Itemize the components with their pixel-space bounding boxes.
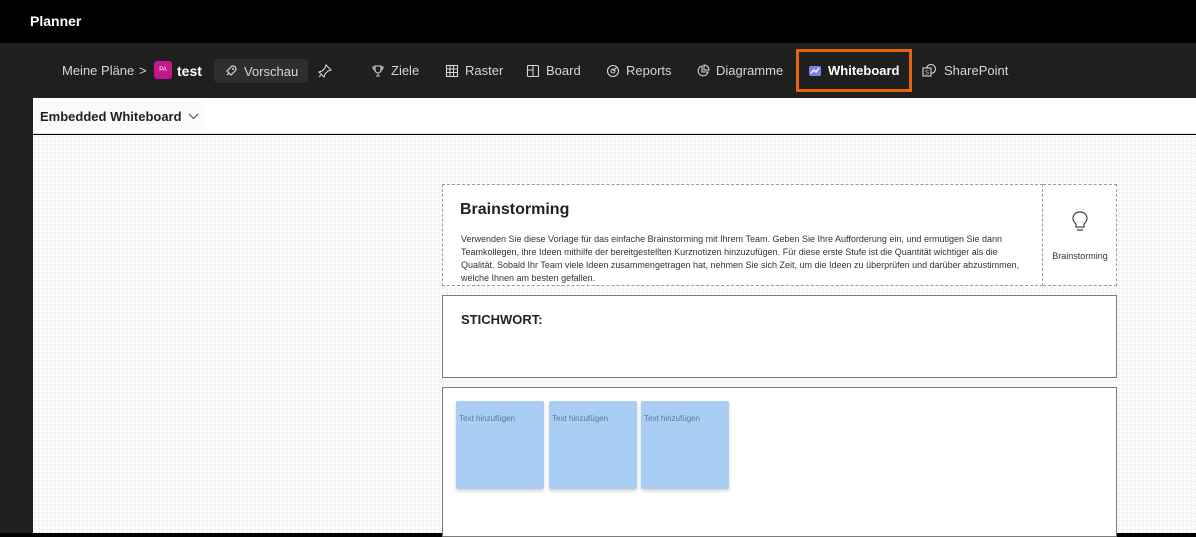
reports-icon (606, 64, 620, 77)
app-title: Planner (30, 13, 82, 29)
tab-reports-label: Reports (626, 63, 672, 78)
brainstorm-header[interactable]: Brainstorming Verwenden Sie diese Vorlag… (442, 184, 1043, 286)
grid-icon (445, 64, 459, 77)
tab-board-label: Board (546, 63, 581, 78)
tab-reports[interactable]: Reports (606, 43, 672, 98)
whiteboard-tab-highlight (796, 49, 912, 92)
svg-text:S: S (925, 70, 929, 76)
breadcrumb-my-plans[interactable]: Meine Pläne (62, 43, 134, 98)
tab-sharepoint[interactable]: S SharePoint (922, 43, 1008, 98)
sticky-note-text: Text hinzufügen (552, 414, 609, 423)
keyword-frame[interactable]: STICHWORT: (442, 295, 1117, 378)
left-rail (0, 43, 33, 533)
tab-ziele-label: Ziele (391, 63, 420, 78)
sticky-notes-frame: Text hinzufügen Text hinzufügen Text hin… (442, 387, 1117, 537)
plan-name[interactable]: test (177, 43, 202, 98)
tab-sharepoint-label: SharePoint (944, 63, 1009, 78)
sticky-note-text: Text hinzufügen (459, 414, 516, 423)
plan-avatar: PA (154, 61, 172, 79)
sticky-note-text: Text hinzufügen (644, 414, 701, 423)
tab-ziele[interactable]: Ziele (371, 43, 419, 98)
tab-raster-label: Raster (465, 63, 504, 78)
whiteboard-canvas[interactable]: Brainstorming Verwenden Sie diese Vorlag… (33, 135, 1196, 537)
chart-icon (697, 63, 710, 76)
whiteboard-selector[interactable]: Embedded Whiteboard (35, 102, 204, 130)
rocket-icon (226, 65, 237, 76)
pin-icon[interactable] (318, 43, 338, 98)
sticky-note[interactable]: Text hinzufügen (549, 401, 637, 489)
preview-button[interactable]: Vorschau (214, 59, 309, 83)
tab-raster[interactable]: Raster (445, 43, 503, 98)
plan-navbar: Meine Pläne > PA test Vorschau Ziele Ras… (33, 43, 1196, 98)
keyword-label: STICHWORT: (461, 312, 543, 327)
tab-board[interactable]: Board (526, 43, 581, 98)
sticky-note[interactable]: Text hinzufügen (641, 401, 729, 489)
brainstorm-description: Verwenden Sie diese Vorlage für das einf… (461, 234, 1020, 283)
brainstorm-title: Brainstorming (460, 201, 570, 218)
chevron-down-icon (188, 113, 198, 119)
brainstorm-side-label: Brainstorming (1052, 251, 1108, 261)
preview-label: Vorschau (244, 63, 299, 79)
brainstorm-template-tag[interactable]: Brainstorming (1043, 184, 1117, 286)
title-bar: Planner (0, 0, 1196, 43)
trophy-icon (372, 64, 384, 77)
breadcrumb-separator: > (139, 63, 147, 78)
tab-diagramme[interactable]: Diagramme (696, 43, 783, 98)
sharepoint-icon: S (922, 63, 937, 77)
tab-diagramme-label: Diagramme (716, 63, 784, 78)
lightbulb-icon (1072, 211, 1088, 231)
board-icon (526, 64, 540, 77)
whiteboard-toolbar: Embedded Whiteboard (33, 98, 1196, 134)
whiteboard-selector-label: Embedded Whiteboard (40, 108, 182, 124)
sticky-note[interactable]: Text hinzufügen (456, 401, 544, 489)
